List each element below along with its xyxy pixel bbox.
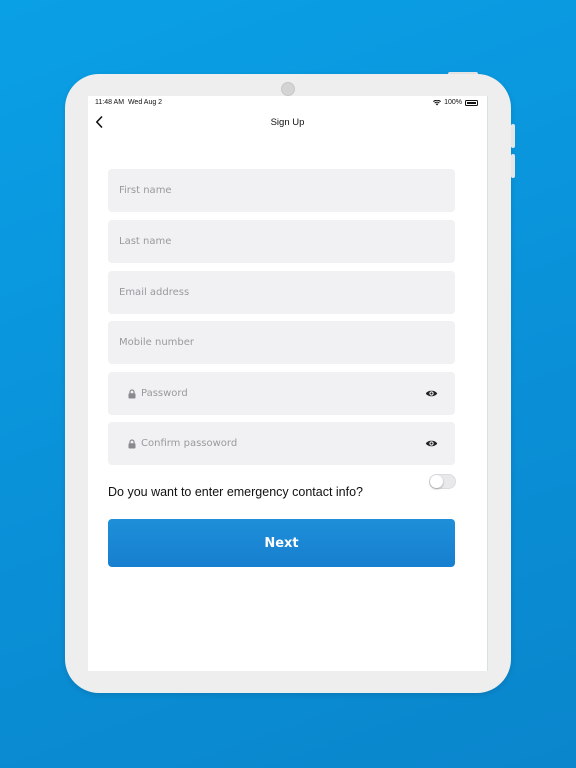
mobile-input[interactable] [108,321,455,364]
first-name-field[interactable] [108,169,455,212]
emergency-contact-toggle[interactable] [429,474,456,489]
status-date: Wed Aug 2 [127,99,163,106]
password-input[interactable] [137,372,387,415]
battery-percent: 100% [444,99,462,106]
emergency-contact-question: Do you want to enter emergency contact i… [108,485,364,499]
page-title: Sign Up [270,117,305,128]
eye-icon[interactable] [425,437,438,450]
navigation-bar: Sign Up [88,110,487,134]
battery-icon [465,99,478,106]
wifi-icon [433,99,442,105]
first-name-input[interactable] [108,169,455,212]
last-name-field[interactable] [108,220,455,263]
last-name-input[interactable] [108,220,455,263]
status-indicators: 100% [433,99,478,106]
status-time-date: 11:48 AM Wed Aug 2 [95,99,162,106]
tablet-frame: 11:48 AM Wed Aug 2 100% Sign Up First na… [65,74,515,693]
email-field[interactable] [108,271,455,314]
mobile-field[interactable] [108,321,455,364]
confirm-password-input[interactable] [137,422,387,465]
confirm-password-field[interactable] [108,422,455,465]
tablet-volume-down-button [511,154,515,178]
toggle-knob [430,475,443,488]
password-field[interactable] [108,372,455,415]
status-time: 11:48 AM [95,99,125,106]
email-input[interactable] [108,271,455,314]
eye-icon[interactable] [425,387,438,400]
lock-icon [127,438,137,449]
status-bar: 11:48 AM Wed Aug 2 100% [88,96,487,110]
next-button[interactable]: Next [108,519,455,567]
tablet-volume-up-button [511,124,515,148]
app-screen: 11:48 AM Wed Aug 2 100% Sign Up First na… [88,96,488,671]
tablet-camera [281,82,295,96]
lock-icon [127,388,137,399]
